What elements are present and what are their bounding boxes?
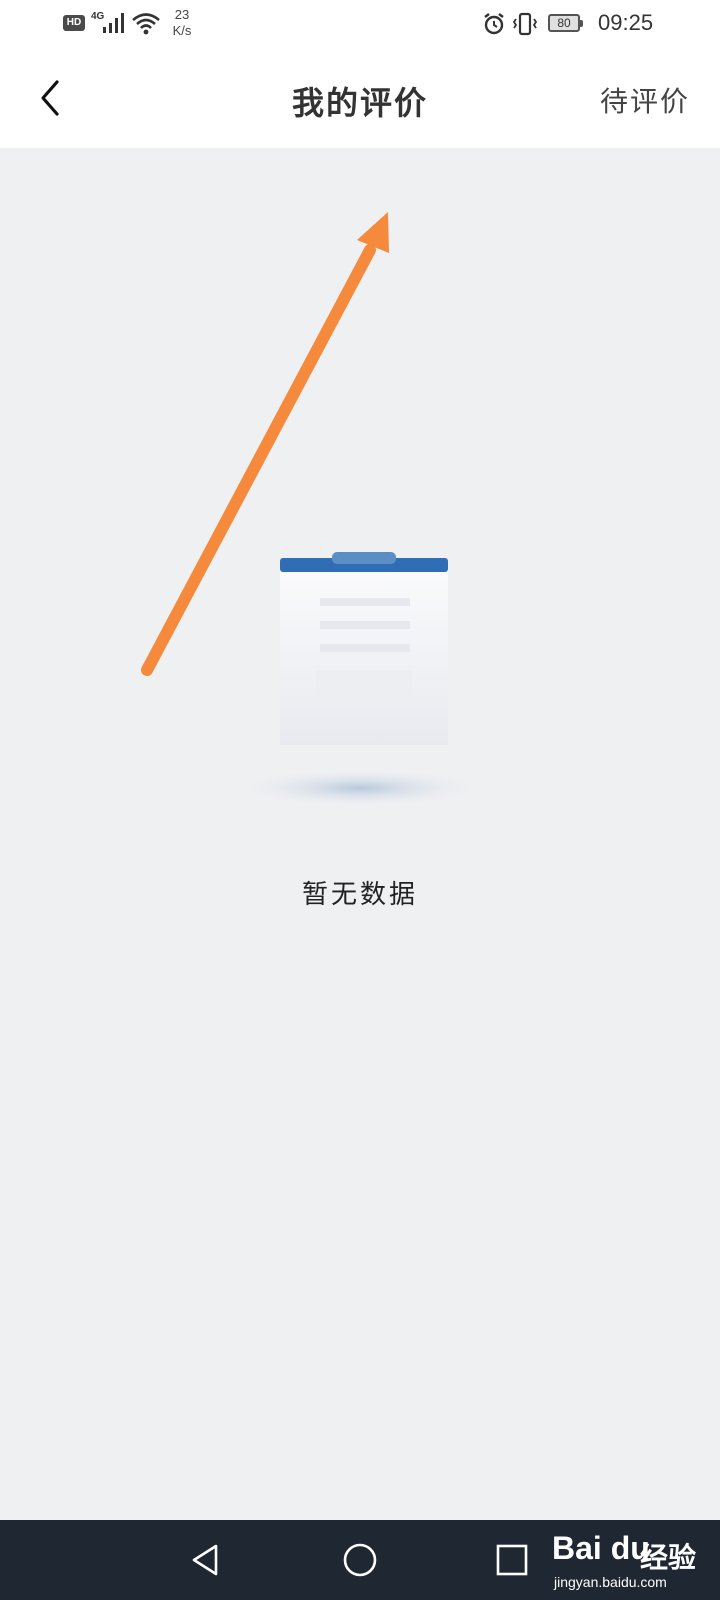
battery-icon: 80 — [548, 14, 583, 32]
clock: 09:25 — [598, 10, 654, 35]
wifi-icon — [132, 13, 160, 35]
network-speed: 23 K/s — [170, 7, 194, 39]
hd-icon: HD — [63, 15, 85, 31]
alarm-icon — [484, 13, 504, 35]
nav-home-button[interactable] — [336, 1538, 384, 1582]
watermark-logo: Bai du — [552, 1530, 650, 1566]
vibrate-icon — [512, 12, 538, 36]
system-navigation-bar: Bai du 经验 jingyan.baidu.com — [0, 1520, 720, 1600]
baidu-jingyan-watermark: Bai du 经验 jingyan.baidu.com — [552, 1524, 716, 1596]
watermark-suffix: 经验 — [640, 1541, 697, 1574]
status-bar: HD 4G 23 K/s 80 09:25 — [0, 0, 720, 48]
empty-document-icon — [240, 552, 480, 808]
main-content: 暂无数据 — [0, 148, 720, 1520]
watermark-url: jingyan.baidu.com — [554, 1574, 667, 1590]
network-speed-unit: K/s — [172, 23, 192, 38]
nav-back-button[interactable] — [182, 1538, 230, 1582]
signal-icon — [103, 13, 124, 33]
app-header: 我的评价 待评价 — [0, 48, 720, 148]
triangle-back-icon — [192, 1544, 218, 1576]
nav-recents-button[interactable] — [488, 1538, 536, 1582]
empty-state-message: 暂无数据 — [301, 880, 418, 910]
network-speed-value: 23 — [174, 7, 190, 22]
square-recents-icon — [496, 1544, 528, 1576]
pending-review-button[interactable]: 待评价 — [600, 80, 690, 120]
circle-home-icon — [343, 1543, 377, 1577]
